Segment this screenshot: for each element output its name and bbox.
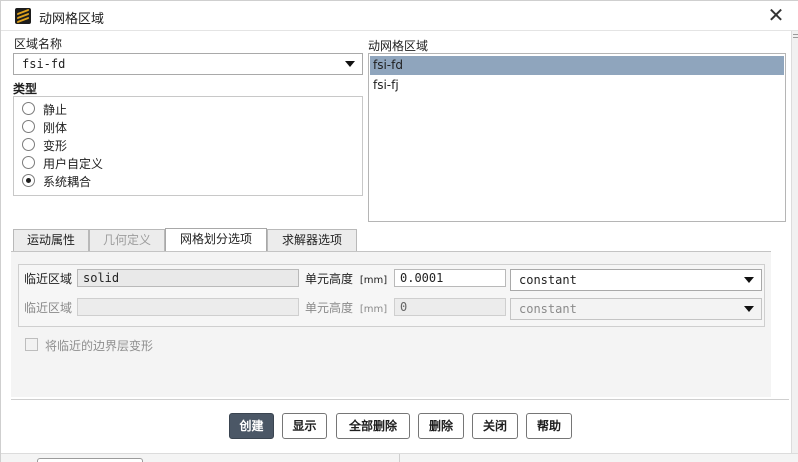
close-icon[interactable]: ✕ (765, 3, 787, 27)
type-radio-group: 静止 刚体 变形 用户自定义 系统耦合 (13, 96, 363, 196)
adjacent-zone-label: 临近区域 (24, 272, 73, 286)
create-button[interactable]: 创建 (229, 413, 274, 439)
type-label: 类型 (13, 82, 38, 96)
height-method-value: constant (519, 273, 577, 287)
cell-height-text: 单元高度 (305, 272, 354, 286)
close-button[interactable]: 关闭 (472, 413, 518, 439)
type-option-label: 系统耦合 (43, 175, 92, 189)
chevron-down-icon (744, 277, 754, 283)
button-divider (11, 399, 789, 400)
radio-button[interactable] (22, 120, 35, 133)
deform-boundary-layer-label: 将临近的边界层变形 (45, 339, 154, 353)
cell-height-input[interactable]: 0.0001 (394, 269, 506, 287)
meshing-options-panel: 临近区域 solid 单元高度 [mm] 0.0001 constant 临近区… (11, 251, 771, 397)
background-window-strip (1, 453, 798, 462)
type-option-label: 刚体 (43, 121, 68, 135)
display-button[interactable]: 显示 (282, 413, 327, 439)
unit-label: [mm] (359, 304, 388, 315)
cell-height-label: 单元高度 [mm] (305, 270, 387, 287)
adjacent-zone-field (77, 298, 299, 316)
window-title: 动网格区域 (39, 12, 105, 27)
dynamic-zones-list[interactable]: fsi-fd fsi-fj (368, 53, 786, 222)
background-tab (37, 458, 143, 462)
radio-button[interactable] (22, 102, 35, 115)
radio-button-selected[interactable] (22, 174, 35, 187)
cell-height-text: 单元高度 (305, 301, 354, 315)
type-option-label: 用户自定义 (43, 157, 104, 171)
list-item-selected[interactable]: fsi-fd (370, 56, 784, 75)
adjacent-zone-field[interactable]: solid (77, 269, 299, 287)
height-method-value: constant (519, 302, 577, 316)
dynamic-mesh-zones-dialog: 动网格区域 ✕ 区域名称 fsi-fd 类型 静止 刚体 变形 用户自定义 系统… (0, 0, 798, 462)
list-item[interactable]: fsi-fj (370, 76, 784, 95)
title-bar: 动网格区域 ✕ (1, 1, 798, 31)
height-method-dropdown[interactable]: constant (510, 269, 762, 291)
background-divider (399, 454, 400, 462)
fluent-app-icon (15, 8, 31, 24)
zone-name-value: fsi-fd (22, 57, 66, 71)
adjacent-zone-label: 临近区域 (24, 301, 73, 315)
unit-label: [mm] (359, 275, 388, 286)
tab-solver-options[interactable]: 求解器选项 (267, 229, 357, 251)
help-button[interactable]: 帮助 (526, 413, 572, 439)
dynamic-zones-label: 动网格区域 (368, 39, 429, 53)
delete-all-button[interactable]: 全部删除 (336, 413, 410, 439)
chevron-down-icon (345, 61, 355, 67)
tab-motion-attributes[interactable]: 运动属性 (13, 229, 89, 251)
cell-height-input: 0 (394, 298, 506, 316)
type-option-label: 静止 (43, 103, 68, 117)
type-option-label: 变形 (43, 139, 68, 153)
zone-name-dropdown[interactable]: fsi-fd (13, 53, 363, 75)
radio-button[interactable] (22, 138, 35, 151)
deform-boundary-layer-checkbox (25, 338, 38, 351)
chevron-down-icon (744, 306, 754, 312)
cell-height-label: 单元高度 [mm] (305, 299, 387, 316)
delete-button[interactable]: 删除 (418, 413, 464, 439)
tab-geometry-definition: 几何定义 (89, 229, 165, 251)
window-resize-edge (791, 31, 798, 462)
height-method-dropdown: constant (510, 298, 762, 320)
zone-name-label: 区域名称 (14, 37, 63, 51)
tab-meshing-options[interactable]: 网格划分选项 (165, 228, 267, 252)
meshing-rows-box: 临近区域 solid 单元高度 [mm] 0.0001 constant 临近区… (18, 264, 765, 327)
radio-button[interactable] (22, 156, 35, 169)
